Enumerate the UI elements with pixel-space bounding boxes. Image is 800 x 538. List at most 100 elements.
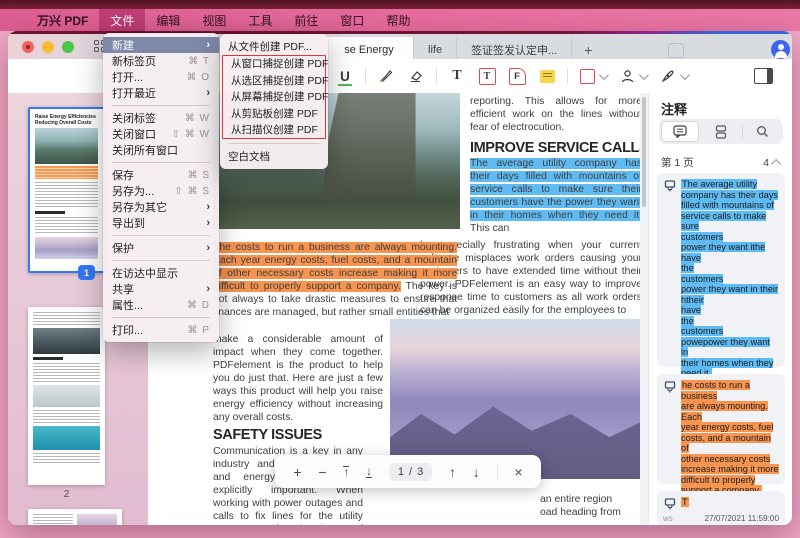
toggle-right-panel-button[interactable] <box>748 63 778 89</box>
page-separator: / <box>409 466 412 478</box>
minimize-window-button[interactable] <box>42 41 54 53</box>
submenu-item-from-scanner[interactable]: 从扫描仪创建 PDF <box>223 122 325 139</box>
submenu-item-from-selection-capture[interactable]: 从选区捕捉创建 PDF <box>223 72 325 89</box>
menu-item-open-recent[interactable]: 打开最近› <box>103 85 219 101</box>
submenu-item-from-clipboard[interactable]: 从剪贴板创建 PDF <box>223 105 325 122</box>
menubar-item-view[interactable]: 视图 <box>191 9 237 31</box>
menu-item-protect[interactable]: 保护› <box>103 240 219 256</box>
menu-separator <box>112 105 210 106</box>
menu-item-print[interactable]: 打印...⌘ P <box>103 322 219 338</box>
scrollbar-thumb[interactable] <box>642 97 646 207</box>
menu-item-new-tab[interactable]: 新标签页⌘ T <box>103 53 219 69</box>
underline-icon: U <box>340 69 350 84</box>
underline-button[interactable]: U <box>330 63 360 89</box>
menu-item-close-tab[interactable]: 关闭标签⌘ W <box>103 110 219 126</box>
menu-item-save-as-other[interactable]: 另存为其它› <box>103 199 219 215</box>
shortcut-label: ⇧ ⌘ W <box>172 129 210 140</box>
menu-item-show-in-finder[interactable]: 在访达中显示 <box>103 265 219 281</box>
page-group-label: 第 1 页 <box>661 155 694 170</box>
chevron-down-icon <box>679 70 689 80</box>
list-view-button[interactable] <box>703 121 739 142</box>
thumb-photo <box>33 385 100 407</box>
menu-item-export-to[interactable]: 导出到› <box>103 215 219 231</box>
menubar-item-file[interactable]: 文件 <box>99 9 145 31</box>
annotations-page-group[interactable]: 第 1 页 4 <box>661 155 781 170</box>
text-box-button[interactable]: T <box>472 63 502 89</box>
sticky-note-button[interactable] <box>532 63 562 89</box>
thumb-photo <box>35 237 98 259</box>
first-page-button[interactable]: ↑ <box>343 466 349 478</box>
annotation-card[interactable]: he costs to run a business are always mo… <box>657 374 785 484</box>
list-icon <box>715 125 727 139</box>
annotation-text: The average utility company has their da… <box>681 179 779 379</box>
close-pager-button[interactable]: × <box>514 464 522 480</box>
current-page[interactable]: 1 <box>398 466 404 478</box>
thumb-text-lines <box>33 453 100 465</box>
collapse-chevron-icon[interactable] <box>771 159 781 169</box>
page-thumbnail-1[interactable]: Raise Energy Efficiencies Reducing Overa… <box>28 107 105 273</box>
submenu-item-from-file[interactable]: 从文件创建 PDF... <box>220 38 328 55</box>
menu-item-save-as[interactable]: 另存为...⇧ ⌘ S <box>103 183 219 199</box>
submenu-item-from-window-capture[interactable]: 从窗口捕捉创建 PDF <box>223 56 325 73</box>
menu-item-label: 关闭所有窗口 <box>112 142 178 158</box>
last-page-button[interactable]: ↓ <box>366 466 372 478</box>
doc-paragraph: reporting. This allows for more efficien… <box>470 95 642 134</box>
menu-item-label: 打开最近 <box>112 85 156 101</box>
eraser-button[interactable] <box>401 63 431 89</box>
menu-item-save[interactable]: 保存⌘ S <box>103 167 219 183</box>
next-page-button[interactable]: ↓ <box>473 464 480 480</box>
menubar-item-edit[interactable]: 编辑 <box>145 9 191 31</box>
signature-pen-icon <box>660 68 676 84</box>
sticky-note-icon <box>540 70 555 83</box>
share-icon[interactable] <box>668 43 684 58</box>
doc-text: This can <box>470 223 509 234</box>
search-annotations-button[interactable] <box>745 121 781 142</box>
segment-divider <box>742 126 743 138</box>
zoom-out-button[interactable]: − <box>318 464 326 480</box>
blue-highlight[interactable]: The average utility company has their da… <box>470 158 642 221</box>
menu-item-close-window[interactable]: 关闭窗口⇧ ⌘ W <box>103 126 219 142</box>
highlight-annotation-icon <box>663 179 677 193</box>
menubar-app-name[interactable]: 万兴 PDF <box>26 9 99 31</box>
menu-separator <box>112 260 210 261</box>
shortcut-label: ⌘ W <box>185 113 210 124</box>
menubar-item-window[interactable]: 窗口 <box>329 9 375 31</box>
menu-separator <box>229 143 319 144</box>
menubar-item-go[interactable]: 前往 <box>283 9 329 31</box>
zoom-in-button[interactable]: + <box>293 464 301 480</box>
menu-item-properties[interactable]: 属性...⌘ D <box>103 297 219 313</box>
submenu-item-from-screen-capture[interactable]: 从屏幕捕捉创建 PDF <box>223 89 325 106</box>
menu-item-close-all-windows[interactable]: 关闭所有窗口 <box>103 142 219 158</box>
highlighter-button[interactable] <box>371 63 401 89</box>
menu-item-new[interactable]: 新建› <box>103 37 219 53</box>
text-callout-icon: F <box>509 68 526 85</box>
close-window-button[interactable] <box>22 41 34 53</box>
add-text-button[interactable]: T <box>442 63 472 89</box>
previous-page-button[interactable]: ↑ <box>449 464 456 480</box>
zoom-window-button[interactable] <box>62 41 74 53</box>
text-callout-button[interactable]: F <box>502 63 532 89</box>
apple-menu-icon[interactable] <box>0 9 26 31</box>
shapes-button[interactable] <box>573 63 613 89</box>
submenu-arrow-icon: › <box>206 242 210 254</box>
signature-button[interactable] <box>653 63 693 89</box>
submenu-arrow-icon: › <box>206 201 210 213</box>
doc-paragraph-clipped: an entire regionoad heading from <box>540 493 642 519</box>
page-thumbnail-2[interactable] <box>28 307 105 485</box>
menu-item-share[interactable]: 共享› <box>103 281 219 297</box>
pager-divider <box>497 465 498 479</box>
thumb-text-lines <box>35 217 98 235</box>
menubar-item-tools[interactable]: 工具 <box>237 9 283 31</box>
document-scrollbar[interactable] <box>640 93 648 525</box>
annotation-card[interactable]: T ws 27/07/2021 11:59:00 <box>657 491 785 525</box>
page-thumbnail-3[interactable] <box>28 509 122 525</box>
account-avatar[interactable] <box>771 40 790 59</box>
annotations-view-switcher <box>659 119 783 144</box>
stamp-button[interactable] <box>613 63 653 89</box>
menubar-item-help[interactable]: 帮助 <box>375 9 421 31</box>
menu-item-open[interactable]: 打开...⌘ O <box>103 69 219 85</box>
annotation-card[interactable]: The average utility company has their da… <box>657 173 785 367</box>
page-indicator[interactable]: 1 / 3 <box>389 463 432 481</box>
submenu-item-blank-document[interactable]: 空白文档 <box>220 148 328 165</box>
comment-view-button[interactable] <box>661 121 699 142</box>
